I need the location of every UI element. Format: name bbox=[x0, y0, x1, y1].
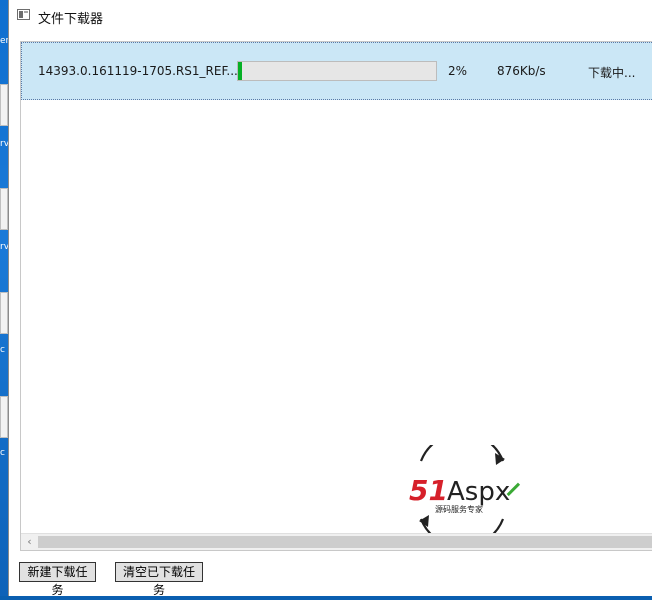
logo-brand-black: Aspx bbox=[447, 477, 510, 507]
new-download-task-button[interactable]: 新建下载任务 bbox=[19, 562, 96, 597]
horizontal-scrollbar[interactable]: ‹ bbox=[21, 533, 652, 550]
desktop-icon-label: c bbox=[0, 448, 5, 458]
desktop-icon[interactable] bbox=[0, 292, 8, 334]
task-filename: 14393.0.161119-1705.RS1_REF... bbox=[38, 64, 238, 78]
task-progress-bar bbox=[237, 61, 437, 81]
logo-tagline: 源码服务专家 bbox=[435, 504, 483, 514]
task-progress-fill bbox=[238, 62, 242, 80]
title-bar[interactable]: 文件下载器 bbox=[9, 0, 652, 32]
window-title: 文件下载器 bbox=[38, 12, 104, 27]
desktop-icon[interactable] bbox=[0, 396, 8, 438]
scrollbar-thumb[interactable] bbox=[38, 536, 652, 548]
download-task-list[interactable]: 14393.0.161119-1705.RS1_REF... 2% 876Kb/… bbox=[20, 41, 652, 551]
desktop-icon[interactable] bbox=[0, 84, 8, 126]
scroll-left-arrow-icon[interactable]: ‹ bbox=[21, 534, 38, 550]
watermark-logo: 51 Aspx 源码服务专家 bbox=[409, 445, 521, 537]
clear-downloaded-tasks-button[interactable]: 清空已下载任务 bbox=[115, 562, 203, 597]
desktop-icon-label: c bbox=[0, 345, 5, 355]
desktop-icon[interactable] bbox=[0, 188, 8, 230]
task-speed: 876Kb/s bbox=[497, 64, 546, 78]
logo-brand-red: 51 bbox=[409, 474, 448, 507]
downloader-window: 文件下载器 14393.0.161119-1705.RS1_REF... 2% … bbox=[8, 0, 652, 597]
taskbar-edge bbox=[0, 596, 652, 600]
task-row[interactable]: 14393.0.161119-1705.RS1_REF... 2% 876Kb/… bbox=[21, 42, 652, 100]
app-window-icon bbox=[17, 9, 30, 20]
logo-ring bbox=[419, 445, 505, 462]
task-status: 下载中... bbox=[588, 66, 636, 80]
task-percent: 2% bbox=[448, 64, 468, 78]
